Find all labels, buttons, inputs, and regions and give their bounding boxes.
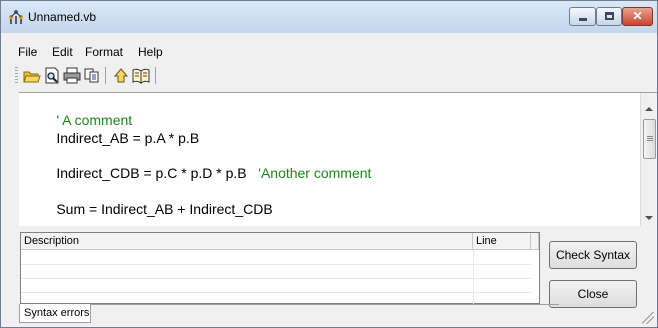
minimize-button[interactable]: [569, 7, 596, 26]
network-graph-icon: [9, 10, 23, 24]
toolbar-separator: [105, 67, 106, 84]
grip-icon: [647, 136, 653, 142]
toolbar-separator: [155, 67, 156, 84]
close-window-button[interactable]: ✕: [622, 7, 653, 26]
editor-vertical-scrollbar[interactable]: [640, 93, 657, 226]
check-syntax-button[interactable]: Check Syntax: [549, 241, 637, 269]
menu-help[interactable]: Help: [138, 45, 163, 59]
maximize-button[interactable]: [596, 7, 622, 26]
code-line: Sum = Indirect_AB + Indirect_CDB: [33, 185, 273, 233]
code-text: Indirect_CDB = p.C * p.D * p.B: [56, 165, 259, 181]
book-help-icon[interactable]: [132, 67, 150, 84]
menu-file[interactable]: File: [18, 45, 37, 59]
code-comment: 'Another comment: [258, 165, 372, 181]
column-header-line[interactable]: Line: [473, 233, 531, 250]
grid-line: [473, 250, 474, 304]
print-preview-icon[interactable]: [43, 67, 61, 84]
copy-icon[interactable]: [83, 67, 101, 84]
tab-syntax-errors[interactable]: Syntax errors: [19, 304, 91, 323]
code-editor[interactable]: ' A comment Indirect_AB = p.A * p.B Indi…: [19, 92, 657, 226]
close-button[interactable]: Close: [549, 280, 637, 308]
minimize-icon: [579, 18, 587, 21]
scrollbar-thumb[interactable]: [643, 119, 656, 159]
grid-line: [21, 278, 531, 279]
scroll-down-arrow-icon[interactable]: [645, 216, 653, 220]
close-icon: ✕: [632, 9, 643, 23]
tab-strip: Syntax errors: [19, 304, 559, 326]
maximize-icon: [605, 12, 614, 20]
toolbar-grip[interactable]: [15, 67, 18, 84]
code-text: Indirect_AB = p.A * p.B: [56, 130, 200, 146]
menu-edit[interactable]: Edit: [52, 45, 73, 59]
menu-bar: File Edit Format Help: [1, 41, 657, 61]
menu-format[interactable]: Format: [85, 45, 123, 59]
grid-line: [21, 292, 531, 293]
column-header-filler: [531, 233, 539, 250]
resize-grip-icon[interactable]: [642, 312, 654, 324]
open-folder-icon[interactable]: [23, 67, 41, 84]
scroll-up-arrow-icon[interactable]: [645, 107, 653, 111]
main-window: Unnamed.vb ✕ File Edit Format Help ' A c…: [0, 0, 658, 328]
window-title: Unnamed.vb: [28, 10, 97, 24]
title-bar[interactable]: Unnamed.vb ✕: [1, 1, 657, 33]
code-text: Sum = Indirect_AB + Indirect_CDB: [56, 201, 273, 217]
toolbar: [15, 64, 195, 88]
grid-line: [21, 264, 531, 265]
syntax-errors-list[interactable]: Description Line: [20, 232, 540, 304]
print-icon[interactable]: [63, 67, 81, 84]
column-header-description[interactable]: Description: [21, 233, 473, 250]
pointer-help-icon[interactable]: [112, 67, 130, 84]
